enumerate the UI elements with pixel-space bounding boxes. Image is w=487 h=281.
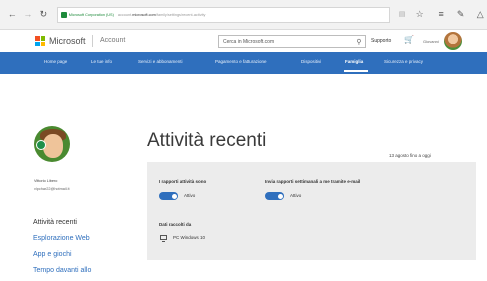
header-divider: [92, 35, 93, 47]
pc-icon: [160, 235, 167, 242]
back-icon[interactable]: ←: [6, 10, 19, 19]
browser-window: ← → ↻ Microsoft Corporation (US) account…: [0, 0, 487, 281]
nav-home[interactable]: Home page: [44, 59, 67, 64]
nav-family[interactable]: Famiglia: [345, 59, 363, 64]
nav-your-info[interactable]: Le tue info: [91, 59, 112, 64]
search-box[interactable]: Cerca in Microsoft.com ⚲: [218, 35, 366, 48]
profile-name: Vittorio Libero: [34, 179, 58, 183]
site-identity: Microsoft Corporation (US): [68, 12, 114, 17]
activity-settings-panel: I rapporti attività sono Attivo Invia ra…: [147, 162, 476, 260]
nav-services[interactable]: Servizi e abbonamenti: [138, 59, 183, 64]
activity-reports-label: I rapporti attività sono: [159, 179, 207, 184]
url-path: /family/settings/recent-activity: [155, 12, 206, 17]
nav-payment[interactable]: Pagamento e fatturazione: [215, 59, 267, 64]
web-note-icon[interactable]: ✎: [454, 10, 468, 19]
share-icon[interactable]: △: [473, 10, 487, 19]
user-name[interactable]: Giovanni: [423, 39, 439, 44]
reading-view-icon[interactable]: ▤: [395, 11, 409, 18]
weekly-email-state: Attivo: [290, 193, 302, 198]
collected-from-label: Dati raccolti da: [159, 222, 192, 227]
url-text: account.microsoft.com/family/settings/re…: [118, 13, 206, 17]
weekly-email-label: Invia rapporti settimanali a me tramite …: [265, 179, 361, 184]
active-tab-indicator: [344, 70, 368, 72]
nav-security[interactable]: Sicurezza e privacy: [384, 59, 423, 64]
account-nav: Home page Le tue info Servizi e abboname…: [0, 52, 487, 74]
profile-email: vlpchar22@hotmail.it: [34, 187, 70, 191]
support-link[interactable]: Supporto: [371, 38, 391, 44]
activity-reports-state: Attivo: [184, 193, 196, 198]
search-input[interactable]: Cerca in Microsoft.com: [219, 39, 353, 45]
forward-icon[interactable]: →: [22, 10, 35, 19]
url-prefix: account.: [117, 12, 133, 17]
browser-toolbar: ← → ↻ Microsoft Corporation (US) account…: [0, 0, 487, 30]
url-domain: microsoft.com: [132, 12, 156, 17]
favorite-star-icon[interactable]: ☆: [413, 10, 427, 19]
profile-avatar[interactable]: [34, 126, 70, 162]
family-badge-icon: [36, 140, 46, 150]
address-bar[interactable]: Microsoft Corporation (US) account.micro…: [56, 6, 391, 23]
device-name: PC Windows 10: [173, 235, 206, 240]
activity-reports-toggle[interactable]: [159, 192, 178, 200]
hub-icon[interactable]: ≡: [434, 10, 448, 19]
sidebar-item-screen-time[interactable]: Tempo davanti allo: [33, 267, 91, 274]
search-icon[interactable]: ⚲: [353, 38, 365, 46]
section-title[interactable]: Account: [100, 37, 125, 44]
nav-devices[interactable]: Dispositivi: [301, 59, 321, 64]
sidebar-item-apps-games[interactable]: App e giochi: [33, 251, 72, 258]
brand-name[interactable]: Microsoft: [49, 36, 86, 46]
sidebar-item-recent-activity[interactable]: Attività recenti: [33, 219, 77, 226]
site-header: Microsoft Account Cerca in Microsoft.com…: [0, 30, 487, 52]
weekly-email-toggle[interactable]: [265, 192, 284, 200]
cart-icon[interactable]: 🛒: [404, 35, 414, 44]
avatar[interactable]: [444, 32, 462, 50]
sidebar-item-web-browsing[interactable]: Esplorazione Web: [33, 235, 90, 242]
refresh-icon[interactable]: ↻: [37, 10, 50, 19]
date-range: 13 agosto fino a oggi: [389, 153, 431, 158]
lock-icon: [60, 11, 67, 18]
microsoft-logo-icon[interactable]: [35, 36, 45, 46]
page-title: Attività recenti: [147, 130, 267, 151]
